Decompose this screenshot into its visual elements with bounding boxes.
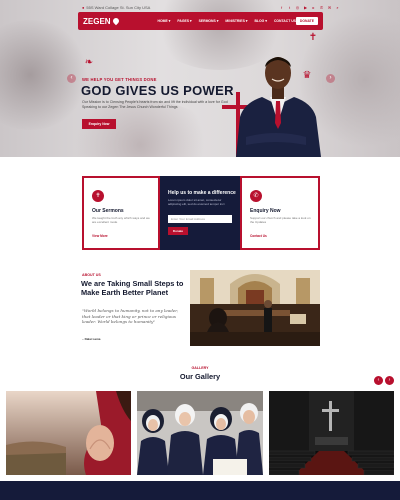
donate-button[interactable]: DONATE <box>295 17 318 25</box>
logo-text: ZEGEN <box>83 16 111 26</box>
view-more-link[interactable]: View More <box>92 234 108 238</box>
card-text: Lorem ipsum dolor sit amet, consectetur … <box>168 198 225 207</box>
address: ● 55S Ward Collage St. Sun City USA <box>82 5 150 10</box>
about-kicker: ABOUT US <box>82 273 101 277</box>
hero-prev-arrow[interactable]: ‹ <box>67 74 76 83</box>
facebook-icon[interactable]: f <box>279 5 284 10</box>
nav-ministries[interactable]: MINISTRIES ▾ <box>225 19 247 23</box>
hero-kicker: WE HELP YOU GET THINGS DONE <box>82 77 157 82</box>
nav-pages[interactable]: PAGES ▾ <box>177 19 191 23</box>
twitter-icon[interactable]: t <box>287 5 292 10</box>
instagram-icon[interactable]: ◎ <box>295 5 300 10</box>
map-pin-icon: ● <box>82 4 85 10</box>
pastor-photo <box>236 57 321 157</box>
hero-next-arrow[interactable]: › <box>326 74 335 83</box>
youtube-icon[interactable]: ▶ <box>303 5 308 10</box>
bible-icon: ✝ <box>92 190 104 202</box>
gallery-image-praying-hands <box>6 391 131 475</box>
donate-card: Help us to make a difference Lorem ipsum… <box>160 176 240 250</box>
donate-submit-button[interactable]: Donate <box>168 227 188 235</box>
card-title: Enquiry Now <box>250 208 281 214</box>
nav-contact[interactable]: CONTACT US <box>274 19 296 23</box>
play-icon[interactable]: ▸ <box>311 5 316 10</box>
card-title: Our Sermons <box>92 208 124 214</box>
card-title: Help us to make a difference <box>168 190 236 196</box>
mail-icon[interactable]: ✉ <box>327 5 332 10</box>
dove-icon: ❧ <box>84 57 94 68</box>
enquiry-card: ✆ Enquiry Now Support our church and ple… <box>240 176 320 250</box>
chevron-right-icon[interactable]: › <box>385 376 394 385</box>
gallery-image-church-aisle <box>269 391 394 475</box>
nav-menu: HOME ▾ PAGES ▾ SERMONS ▾ MINISTRIES ▾ BL… <box>158 19 296 23</box>
contact-us-link[interactable]: Contact Us <box>250 234 267 238</box>
gallery-kicker: GALLERY <box>191 366 209 370</box>
phone-icon[interactable]: ✆ <box>319 5 324 10</box>
main-navbar: ZEGEN HOME ▾ PAGES ▾ SERMONS ▾ MINISTRIE… <box>78 12 323 30</box>
footer-strip <box>0 481 400 500</box>
email-field[interactable]: Enter Your Email Address <box>168 215 232 223</box>
about-quote: "World belongs to humanity, not to any l… <box>82 308 179 325</box>
drop-icon <box>111 16 120 26</box>
hero-description: Our Mission is to Clensing People's hear… <box>82 100 228 109</box>
enquiry-button[interactable]: Enquiry Now <box>82 119 116 129</box>
nav-home[interactable]: HOME ▾ <box>158 19 171 23</box>
social-links: f t ◎ ▶ ▸ ✆ ✉ ⌕ <box>279 5 340 10</box>
top-bar: ● 55S Ward Collage St. Sun City USA f t … <box>82 2 340 12</box>
quote-author: ~ Dalai Lama <box>82 337 101 341</box>
nav-blog[interactable]: BLOG ▾ <box>254 19 266 23</box>
hero-title: GOD GIVES US POWER <box>81 83 234 98</box>
address-text: 55S Ward Collage St. Sun City USA <box>86 4 151 10</box>
phone-icon: ✆ <box>250 190 262 202</box>
nav-sermons[interactable]: SERMONS ▾ <box>199 19 219 23</box>
sermons-card: ✝ Our Sermons We taught the truth any wh… <box>82 176 160 250</box>
card-text: Support our church and please take a loo… <box>250 216 311 225</box>
cross-heart-icon: ✝ <box>308 32 318 43</box>
search-icon[interactable]: ⌕ <box>335 5 340 10</box>
church-interior-photo <box>190 270 320 346</box>
card-text: We taught the truth any which ways and w… <box>92 216 150 225</box>
logo[interactable]: ZEGEN <box>83 17 151 26</box>
gallery-title: Our Gallery <box>179 372 221 381</box>
hero-background <box>0 20 90 130</box>
about-title: We are Taking Small Steps to Make Earth … <box>81 279 184 297</box>
hero-section: ● 55S Ward Collage St. Sun City USA f t … <box>0 0 400 157</box>
chevron-left-icon[interactable]: ‹ <box>374 376 383 385</box>
gallery-image-nuns <box>137 391 263 475</box>
